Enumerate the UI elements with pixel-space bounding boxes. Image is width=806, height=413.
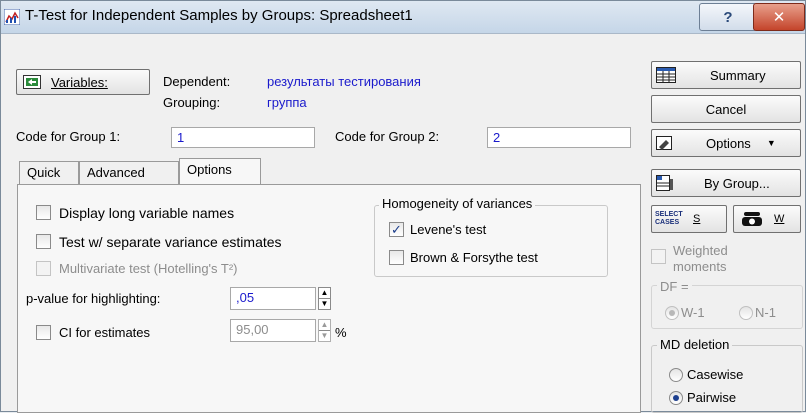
dialog-window: T-Test for Independent Samples by Groups… xyxy=(0,0,806,413)
tab-quick[interactable]: Quick xyxy=(19,161,79,184)
group1-code-label: Code for Group 1: xyxy=(16,129,121,144)
weights-w-label: W xyxy=(774,213,785,225)
df-title: DF = xyxy=(657,279,692,294)
brown-forsythe-checkbox[interactable] xyxy=(389,250,404,265)
weighted-moments-checkbox xyxy=(651,249,666,264)
tab-options-label: Options xyxy=(187,162,232,177)
options-button[interactable]: Options ▼ xyxy=(651,129,801,157)
tab-advanced[interactable]: Advanced xyxy=(79,161,179,184)
cancel-button[interactable]: Cancel xyxy=(651,95,801,123)
dependent-value: результаты тестирования xyxy=(267,74,421,89)
window-title: T-Test for Independent Samples by Groups… xyxy=(25,7,413,24)
dependent-label: Dependent: xyxy=(163,74,231,89)
help-icon: ? xyxy=(723,8,733,26)
grouping-label: Grouping: xyxy=(163,95,221,110)
spin-up-icon[interactable]: ▲ xyxy=(319,288,330,298)
variables-icon xyxy=(23,75,41,89)
long-names-checkbox[interactable] xyxy=(36,205,51,220)
variables-button[interactable]: Variables: xyxy=(16,69,150,95)
summary-button[interactable]: Summary xyxy=(651,61,801,89)
select-cases-icon: SELECT CASES xyxy=(655,211,683,226)
select-cases-button[interactable]: SELECT CASES S xyxy=(651,205,727,233)
checkmark-icon: ✓ xyxy=(391,221,402,237)
ci-label: CI for estimates xyxy=(59,325,151,340)
grouping-value: группа xyxy=(267,95,307,110)
separate-variance-label: Test w/ separate variance estimates xyxy=(59,234,282,250)
group2-code-field[interactable]: 2 xyxy=(487,127,631,148)
variables-button-label: Variables: xyxy=(51,74,108,90)
spin-down-icon: ▼ xyxy=(319,330,330,340)
summary-table-icon xyxy=(656,67,676,83)
options-icon xyxy=(656,136,672,150)
weights-button[interactable]: W xyxy=(733,205,801,233)
separate-variance-checkbox[interactable] xyxy=(36,234,51,249)
pvalue-field[interactable]: ,05 xyxy=(230,287,316,310)
weights-icon xyxy=(742,212,762,226)
pairwise-radio[interactable] xyxy=(669,391,683,405)
long-names-label: Display long variable names xyxy=(59,205,235,221)
homogeneity-group xyxy=(374,205,608,277)
df-n1-label: N-1 xyxy=(755,305,776,320)
homogeneity-title: Homogeneity of variances xyxy=(379,196,536,211)
help-button[interactable]: ? xyxy=(699,3,757,31)
tab-advanced-label: Advanced xyxy=(87,165,145,180)
close-button[interactable]: ✕ xyxy=(753,3,805,31)
cancel-label: Cancel xyxy=(705,101,747,117)
spin-up-icon: ▲ xyxy=(320,320,329,329)
bygroup-button[interactable]: By Group... xyxy=(651,169,801,197)
options-label: Options xyxy=(706,135,751,151)
ci-checkbox[interactable] xyxy=(36,325,51,340)
ci-spinner: ▲ ▼ xyxy=(318,319,331,342)
bygroup-label: By Group... xyxy=(704,175,770,191)
brown-forsythe-label: Brown & Forsythe test xyxy=(410,250,538,265)
dropdown-arrow-icon: ▼ xyxy=(766,138,776,148)
group1-code-field[interactable]: 1 xyxy=(171,127,315,148)
spin-down-icon[interactable]: ▼ xyxy=(319,298,330,309)
title-bar[interactable]: T-Test for Independent Samples by Groups… xyxy=(1,1,805,34)
multivariate-label: Multivariate test (Hotelling's T²) xyxy=(59,261,238,276)
df-w1-label: W-1 xyxy=(681,305,705,320)
bygroup-icon xyxy=(656,175,673,191)
tab-options[interactable]: Options xyxy=(179,158,261,186)
group2-code-label: Code for Group 2: xyxy=(335,129,440,144)
df-n1-radio xyxy=(739,306,753,320)
casewise-radio[interactable] xyxy=(669,368,683,382)
md-deletion-title: MD deletion xyxy=(657,337,733,352)
df-w1-radio xyxy=(665,306,679,320)
multivariate-checkbox xyxy=(36,261,51,276)
levene-checkbox[interactable]: ✓ xyxy=(389,222,404,237)
pvalue-spinner[interactable]: ▲ ▼ xyxy=(318,287,331,310)
weighted-moments-label: Weighted moments xyxy=(673,243,728,274)
tab-quick-label: Quick xyxy=(27,165,61,180)
ci-field: 95,00 xyxy=(230,319,316,342)
ci-unit: % xyxy=(335,325,347,340)
close-icon: ✕ xyxy=(772,9,786,26)
casewise-label: Casewise xyxy=(687,367,744,382)
options-panel: Display long variable names Test w/ sepa… xyxy=(17,184,641,413)
pairwise-label: Pairwise xyxy=(687,390,737,405)
pvalue-label: p-value for highlighting: xyxy=(26,291,161,306)
summary-label: Summary xyxy=(710,67,766,83)
statistics-app-icon xyxy=(4,9,20,25)
levene-label: Levene's test xyxy=(410,222,487,237)
select-cases-s-label: S xyxy=(693,213,701,225)
